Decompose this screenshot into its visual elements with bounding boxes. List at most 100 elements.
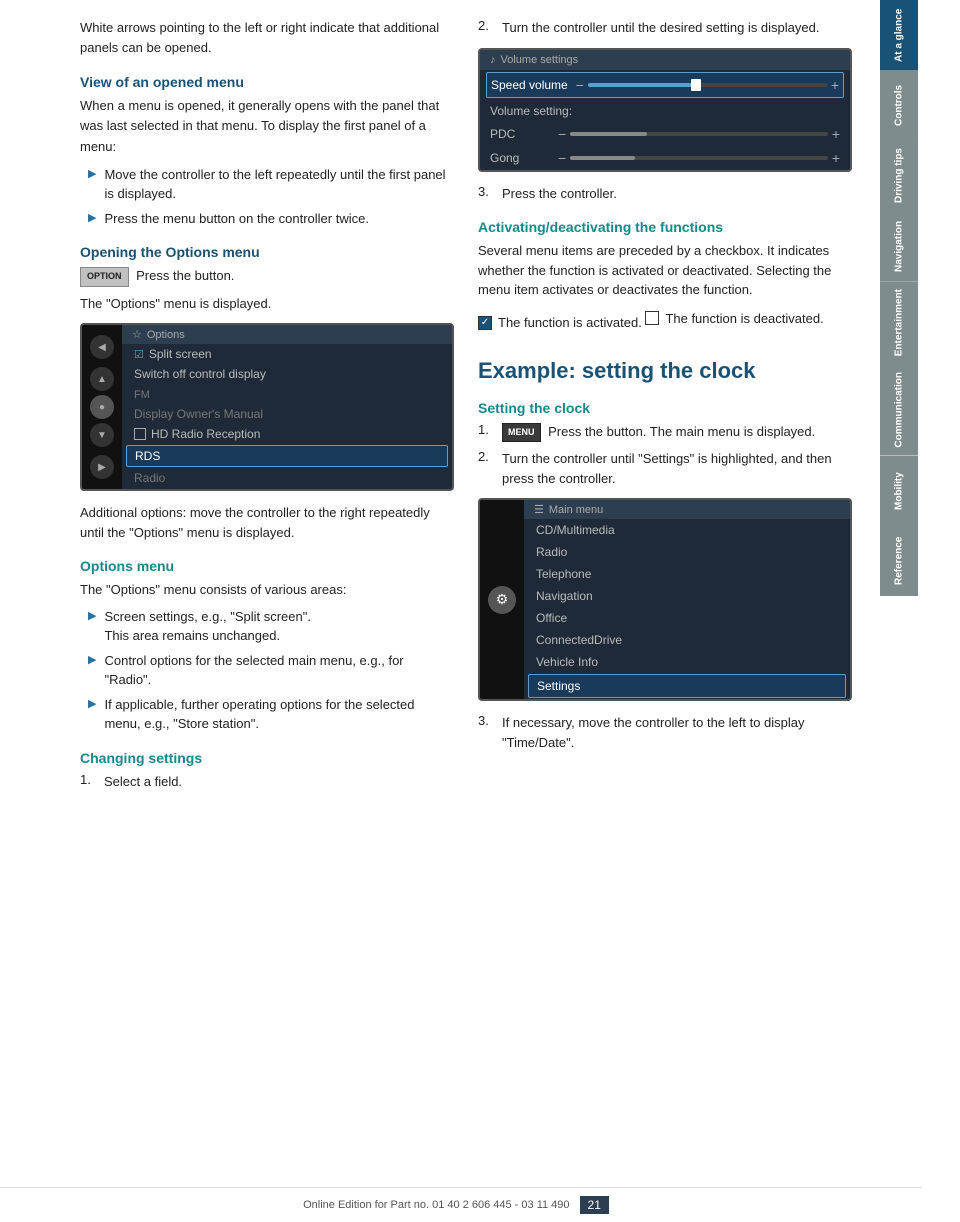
vol-setting-label: Volume setting: xyxy=(490,104,572,118)
vol-gong-slider: − + xyxy=(558,150,840,166)
bullet-item-1: ▶ Move the controller to the left repeat… xyxy=(88,165,454,204)
vol-gong-row: Gong − + xyxy=(480,146,850,170)
clock-step1-num: 1. xyxy=(478,422,494,442)
ctrl-up-btn[interactable]: ▲ xyxy=(90,367,114,391)
options-header-icon: ☆ xyxy=(132,328,142,341)
step3-text: Press the controller. xyxy=(502,184,617,204)
vol-speed-track xyxy=(588,83,827,87)
step3-num: 3. xyxy=(478,184,494,204)
sidebar-tab-driving-tips[interactable]: Driving tips xyxy=(880,140,918,211)
vol-pdc-track xyxy=(570,132,828,136)
options-item-radio: Radio xyxy=(122,468,452,488)
step1-text: Select a field. xyxy=(104,772,182,792)
clock-step3-item: 3. If necessary, move the controller to … xyxy=(478,713,852,752)
options-bullet-text-3: If applicable, further operating options… xyxy=(104,695,454,734)
bullet-arrow-2: ▶ xyxy=(88,211,96,224)
options-screen-header: ☆ Options xyxy=(122,325,452,344)
activating-text: Several menu items are preceded by a che… xyxy=(478,241,852,300)
mainmenu-header: ☰ Main menu xyxy=(524,500,850,519)
example-heading: Example: setting the clock xyxy=(478,358,852,384)
options-bullet-arrow-1: ▶ xyxy=(88,609,96,622)
options-header-label: Options xyxy=(147,329,185,341)
clock-step3-num: 3. xyxy=(478,713,494,752)
page-footer: Online Edition for Part no. 01 40 2 606 … xyxy=(0,1187,922,1222)
options-item-fm: FM xyxy=(122,384,452,404)
vol-pdc-minus: − xyxy=(558,126,566,142)
additional-options-text: Additional options: move the controller … xyxy=(80,503,454,542)
sidebar-tab-communication[interactable]: Communication xyxy=(880,364,918,456)
clock-step2-num: 2. xyxy=(478,449,494,488)
view-menu-text: When a menu is opened, it generally open… xyxy=(80,96,454,156)
options-item-switch-off: Switch off control display xyxy=(122,364,452,384)
changing-settings-heading: Changing settings xyxy=(80,750,454,766)
clock-step2-item: 2. Turn the controller until "Settings" … xyxy=(478,449,852,488)
vol-header-icon: ♪ xyxy=(490,54,496,66)
step2-num: 2. xyxy=(478,18,494,38)
options-item-split-screen: ☑ Split screen xyxy=(122,344,452,364)
menu-button-image: MENU xyxy=(502,423,541,443)
vol-speed-slider: − + xyxy=(576,77,839,93)
mainmenu-item-connecteddrive: ConnectedDrive xyxy=(524,629,850,651)
bullet-text-1: Move the controller to the left repeated… xyxy=(104,165,454,204)
bullet-text-2: Press the menu button on the controller … xyxy=(104,209,368,229)
ctrl-left-btn[interactable]: ◀ xyxy=(90,335,114,359)
sidebar-tab-entertainment[interactable]: Entertainment xyxy=(880,281,918,364)
mainmenu-item-radio: Radio xyxy=(524,541,850,563)
setting-clock-heading: Setting the clock xyxy=(478,400,852,416)
options-screen: ◀ ▲ ● ▼ ▶ ☆ Options xyxy=(80,323,454,491)
vol-speed-plus: + xyxy=(831,77,839,93)
step2-text: Turn the controller until the desired se… xyxy=(502,18,819,38)
vol-gong-label: Gong xyxy=(490,151,550,165)
clock-step2-text: Turn the controller until "Settings" is … xyxy=(502,449,852,488)
vol-speed-handle xyxy=(691,79,701,91)
vol-gong-fill xyxy=(570,156,634,160)
vol-screen-header: ♪ Volume settings xyxy=(480,50,850,70)
vol-gong-plus: + xyxy=(832,150,840,166)
opening-options-heading: Opening the Options menu xyxy=(80,244,454,260)
mainmenu-item-cdmultimedia: CD/Multimedia xyxy=(524,519,850,541)
options-bullet-arrow-2: ▶ xyxy=(88,653,96,666)
clock-step3-text: If necessary, move the controller to the… xyxy=(502,713,852,752)
mainmenu-item-settings: Settings xyxy=(528,674,846,698)
options-bullet-text-1: Screen settings, e.g., "Split screen". xyxy=(104,609,311,624)
ctrl-down-btn[interactable]: ▼ xyxy=(90,423,114,447)
sidebar-tab-at-a-glance[interactable]: At a glance xyxy=(880,0,918,70)
vol-speed-label: Speed volume xyxy=(491,78,568,92)
options-bullet-arrow-3: ▶ xyxy=(88,697,96,710)
sidebar-tab-navigation[interactable]: Navigation xyxy=(880,211,918,281)
ctrl-center-btn[interactable]: ● xyxy=(90,395,114,419)
options-bullet-1: ▶ Screen settings, e.g., "Split screen".… xyxy=(88,607,454,646)
right-sidebar: At a glance Controls Driving tips Naviga… xyxy=(880,0,918,1222)
options-displayed-text: The "Options" menu is displayed. xyxy=(80,294,454,314)
mainmenu-screen: ⚙ ☰ Main menu CD/Multimedia Radio Teleph… xyxy=(478,498,852,701)
press-option-text: OPTION Press the button. xyxy=(80,266,454,286)
options-left-controller: ◀ ▲ ● ▼ ▶ xyxy=(82,325,122,489)
gear-icon: ⚙ xyxy=(488,586,516,614)
ctrl-right-btn[interactable]: ▶ xyxy=(90,455,114,479)
activated-checkbox: ✓ xyxy=(478,316,492,330)
sidebar-tab-reference[interactable]: Reference xyxy=(880,526,918,596)
sidebar-tab-mobility[interactable]: Mobility xyxy=(880,456,918,526)
options-bullet-text-1b: This area remains unchanged. xyxy=(104,628,280,643)
clock-step1-text: MENU Press the button. The main menu is … xyxy=(502,422,815,442)
options-item-display-manual: Display Owner's Manual xyxy=(122,404,452,424)
page-number: 21 xyxy=(580,1196,609,1214)
options-item-rds: RDS xyxy=(126,445,448,467)
hd-radio-checkbox xyxy=(134,428,146,440)
options-bullet-text-2: Control options for the selected main me… xyxy=(104,651,454,690)
vol-speed-minus: − xyxy=(576,77,584,93)
activated-label: The function is activated. xyxy=(498,315,642,330)
clock-step1-item: 1. MENU Press the button. The main menu … xyxy=(478,422,852,442)
vol-setting-row: Volume setting: xyxy=(480,100,850,122)
options-bullet-2: ▶ Control options for the selected main … xyxy=(88,651,454,690)
vol-pdc-plus: + xyxy=(832,126,840,142)
volume-screen: ♪ Volume settings Speed volume − + xyxy=(478,48,852,172)
press-button-label: Press the button. xyxy=(136,268,234,283)
mainmenu-left-panel: ⚙ xyxy=(480,500,524,699)
footer-text: Online Edition for Part no. 01 40 2 606 … xyxy=(303,1199,569,1211)
activating-heading: Activating/deactivating the functions xyxy=(478,219,852,235)
step3-item: 3. Press the controller. xyxy=(478,184,852,204)
step1-num: 1. xyxy=(80,772,96,792)
sidebar-tab-controls[interactable]: Controls xyxy=(880,70,918,140)
mainmenu-item-telephone: Telephone xyxy=(524,563,850,585)
